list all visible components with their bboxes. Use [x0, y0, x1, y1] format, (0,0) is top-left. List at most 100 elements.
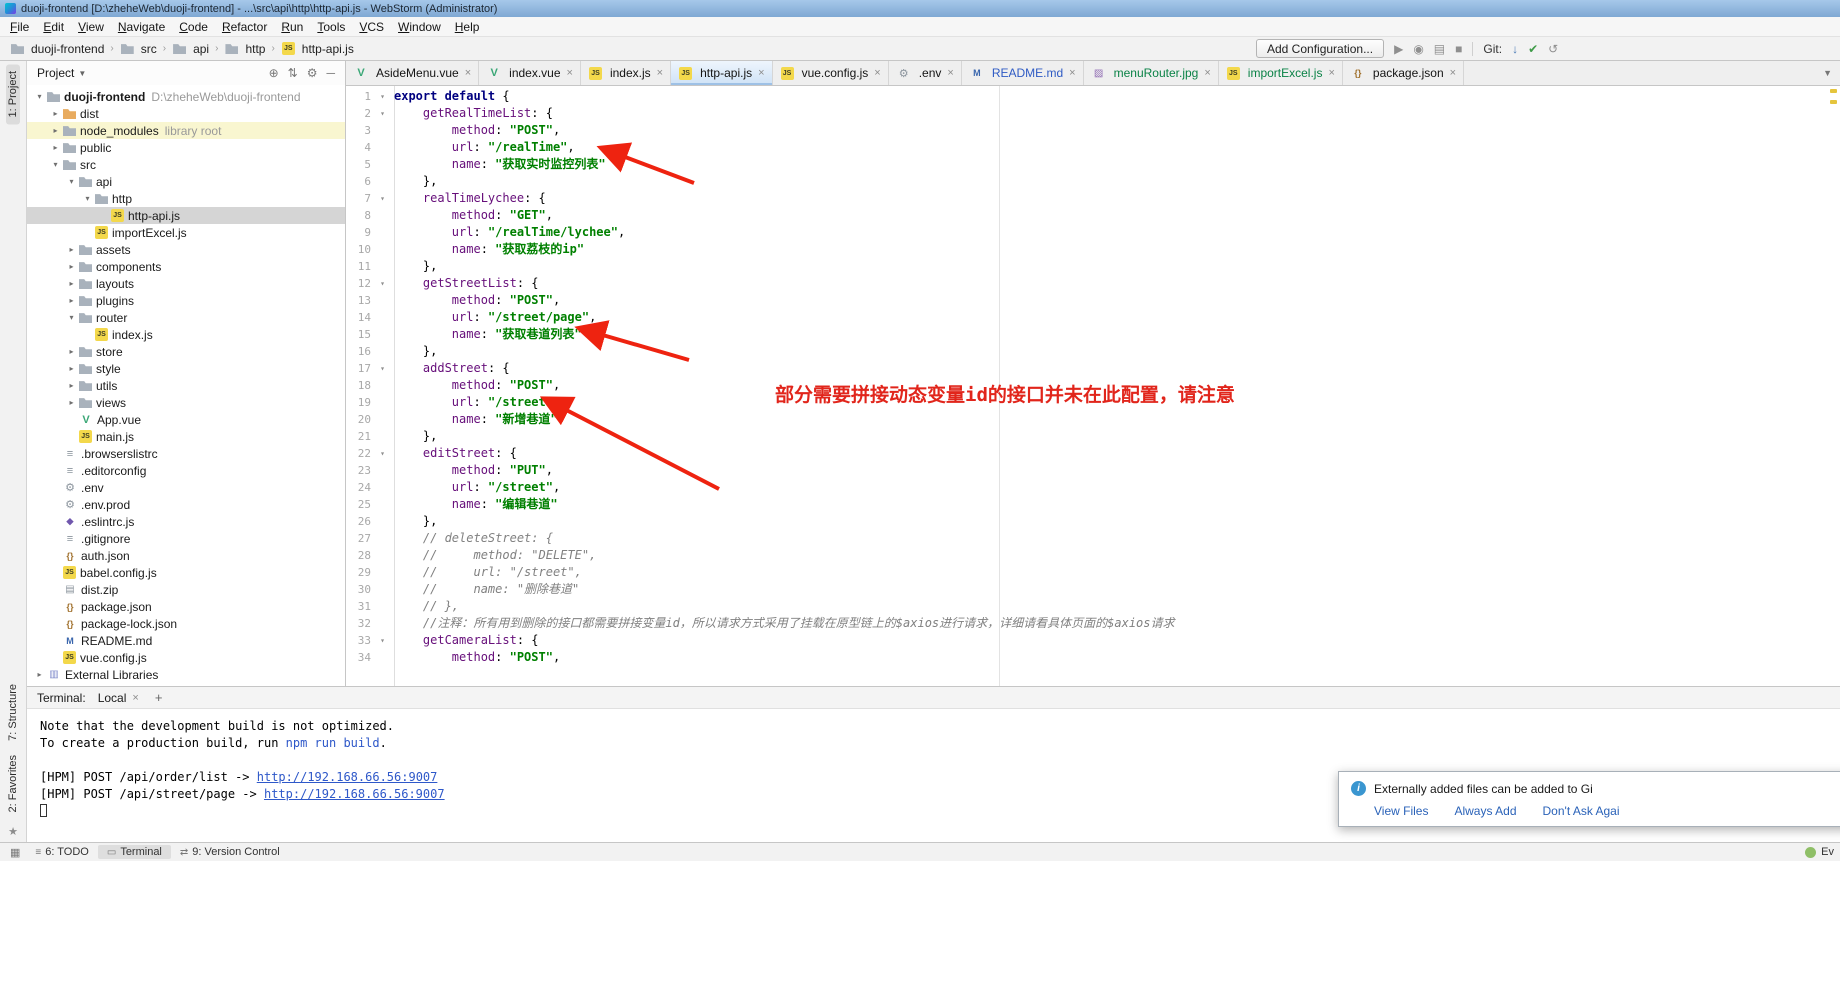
menu-run[interactable]: Run [274, 18, 310, 36]
chevron-right-icon[interactable]: ▸ [65, 364, 78, 373]
tab-vue-config-js[interactable]: JSvue.config.js× [773, 61, 889, 85]
tree-item-package.json[interactable]: {}package.json [27, 598, 345, 615]
tree-item-duoji-frontend[interactable]: ▾duoji-frontendD:\zheheWeb\duoji-fronten… [27, 88, 345, 105]
tree-item-src[interactable]: ▾src [27, 156, 345, 173]
tree-item-package-lock.json[interactable]: {}package-lock.json [27, 615, 345, 632]
tree-item-api[interactable]: ▾api [27, 173, 345, 190]
tab-menurouter-jpg[interactable]: ▨menuRouter.jpg× [1084, 61, 1219, 85]
code-line-14[interactable]: 14 url: "/street/page", [346, 309, 1830, 326]
menu-edit[interactable]: Edit [36, 18, 71, 36]
code-line-6[interactable]: 6 }, [346, 173, 1830, 190]
statusbar-9-version-control[interactable]: ⇄9: Version Control [171, 845, 289, 859]
tree-item-importexcel.js[interactable]: JSimportExcel.js [27, 224, 345, 241]
menu-window[interactable]: Window [391, 18, 448, 36]
close-icon[interactable]: × [758, 67, 764, 79]
breadcrumb-item-duoji-frontend[interactable]: duoji-frontend [8, 42, 106, 56]
chevron-right-icon[interactable]: ▸ [65, 296, 78, 305]
commit-icon[interactable]: ✔ [1528, 42, 1538, 56]
tree-item-assets[interactable]: ▸assets [27, 241, 345, 258]
tool-stripe-project[interactable]: 1: Project [6, 64, 20, 124]
fold-icon[interactable]: ▾ [376, 275, 389, 292]
tree-item-app.vue[interactable]: VApp.vue [27, 411, 345, 428]
tree-item-readme.md[interactable]: MREADME.md [27, 632, 345, 649]
coverage-icon[interactable]: ▤ [1434, 42, 1445, 56]
tree-item-.eslintrc.js[interactable]: ◆.eslintrc.js [27, 513, 345, 530]
breadcrumb-item-src[interactable]: src [118, 42, 159, 56]
event-log-area[interactable]: Ev [1805, 846, 1834, 858]
code-line-31[interactable]: 31 // }, [346, 598, 1830, 615]
chevron-down-icon[interactable]: ▾ [65, 177, 78, 186]
chevron-down-icon[interactable]: ▾ [81, 194, 94, 203]
code-line-3[interactable]: 3 method: "POST", [346, 122, 1830, 139]
debug-icon[interactable]: ◉ [1413, 42, 1423, 56]
code-line-1[interactable]: 1▾export default { [346, 88, 1830, 105]
tree-item-http[interactable]: ▾http [27, 190, 345, 207]
code-line-33[interactable]: 33▾ getCameraList: { [346, 632, 1830, 649]
fold-icon[interactable]: ▾ [376, 88, 389, 105]
close-icon[interactable]: × [567, 67, 573, 79]
code-line-23[interactable]: 23 method: "PUT", [346, 462, 1830, 479]
chevron-right-icon[interactable]: ▸ [49, 109, 62, 118]
tab-index-js[interactable]: JSindex.js× [581, 61, 671, 85]
chevron-right-icon[interactable]: ▸ [65, 262, 78, 271]
code-line-30[interactable]: 30 // name: "删除巷道" [346, 581, 1830, 598]
breadcrumb-item-http[interactable]: http [222, 42, 267, 56]
fold-icon[interactable]: ▾ [376, 190, 389, 207]
chevron-down-icon[interactable]: ▾ [49, 160, 62, 169]
notification-action-always-add[interactable]: Always Add [1454, 804, 1516, 818]
code-line-15[interactable]: 15 name: "获取巷道列表" [346, 326, 1830, 343]
code-line-29[interactable]: 29 // url: "/street", [346, 564, 1830, 581]
chevron-right-icon[interactable]: ▸ [65, 279, 78, 288]
code-line-10[interactable]: 10 name: "获取荔枝的ip" [346, 241, 1830, 258]
menu-file[interactable]: File [3, 18, 36, 36]
chevron-right-icon[interactable]: ▸ [33, 670, 46, 679]
tree-item-babel.config.js[interactable]: JSbabel.config.js [27, 564, 345, 581]
code-line-20[interactable]: 20 name: "新增巷道" [346, 411, 1830, 428]
update-project-icon[interactable]: ↓ [1512, 42, 1518, 56]
tree-item-utils[interactable]: ▸utils [27, 377, 345, 394]
chevron-right-icon[interactable]: ▸ [65, 398, 78, 407]
breadcrumb-item-api[interactable]: api [170, 42, 211, 56]
tree-item-layouts[interactable]: ▸layouts [27, 275, 345, 292]
menu-view[interactable]: View [71, 18, 111, 36]
notification-action-don-t-ask-agai[interactable]: Don't Ask Agai [1543, 804, 1620, 818]
statusbar-6-todo[interactable]: ≡6: TODO [26, 845, 97, 859]
close-icon[interactable]: × [1450, 67, 1456, 79]
tree-item-store[interactable]: ▸store [27, 343, 345, 360]
tree-item-vue.config.js[interactable]: JSvue.config.js [27, 649, 345, 666]
terminal-link[interactable]: http://192.168.66.56:9007 [257, 770, 438, 784]
tree-item-style[interactable]: ▸style [27, 360, 345, 377]
code-line-5[interactable]: 5 name: "获取实时监控列表" [346, 156, 1830, 173]
code-line-7[interactable]: 7▾ realTimeLychee: { [346, 190, 1830, 207]
chevron-right-icon[interactable]: ▸ [65, 245, 78, 254]
code-line-4[interactable]: 4 url: "/realTime", [346, 139, 1830, 156]
tree-item-views[interactable]: ▸views [27, 394, 345, 411]
gear-icon[interactable]: ⚙ [307, 66, 318, 80]
tab--env[interactable]: ⚙.env× [889, 61, 962, 85]
code-line-17[interactable]: 17▾ addStreet: { [346, 360, 1830, 377]
close-icon[interactable]: × [657, 67, 663, 79]
project-panel-title[interactable]: Project [37, 66, 74, 80]
close-icon[interactable]: × [874, 67, 880, 79]
chevron-right-icon[interactable]: ▸ [65, 347, 78, 356]
tree-item-main.js[interactable]: JSmain.js [27, 428, 345, 445]
tree-item-index.js[interactable]: JSindex.js [27, 326, 345, 343]
tree-item-components[interactable]: ▸components [27, 258, 345, 275]
chevron-right-icon[interactable]: ▸ [49, 126, 62, 135]
close-icon[interactable]: × [465, 67, 471, 79]
locate-icon[interactable]: ⊕ [269, 66, 279, 80]
tree-item-external-libraries[interactable]: ▸▥External Libraries [27, 666, 345, 683]
chevron-down-icon[interactable]: ▼ [78, 69, 86, 78]
code-line-11[interactable]: 11 }, [346, 258, 1830, 275]
code-line-21[interactable]: 21 }, [346, 428, 1830, 445]
terminal-link[interactable]: http://192.168.66.56:9007 [264, 787, 445, 801]
code-line-28[interactable]: 28 // method: "DELETE", [346, 547, 1830, 564]
tab-package-json[interactable]: {}package.json× [1343, 61, 1464, 85]
collapse-all-icon[interactable]: ⇅ [288, 66, 298, 80]
warning-mark[interactable] [1830, 89, 1837, 93]
run-icon[interactable]: ▶ [1394, 42, 1403, 56]
code-line-24[interactable]: 24 url: "/street", [346, 479, 1830, 496]
breadcrumb-item-http-api-js[interactable]: JShttp-api.js [279, 42, 356, 56]
menu-refactor[interactable]: Refactor [215, 18, 274, 36]
menu-vcs[interactable]: VCS [352, 18, 391, 36]
